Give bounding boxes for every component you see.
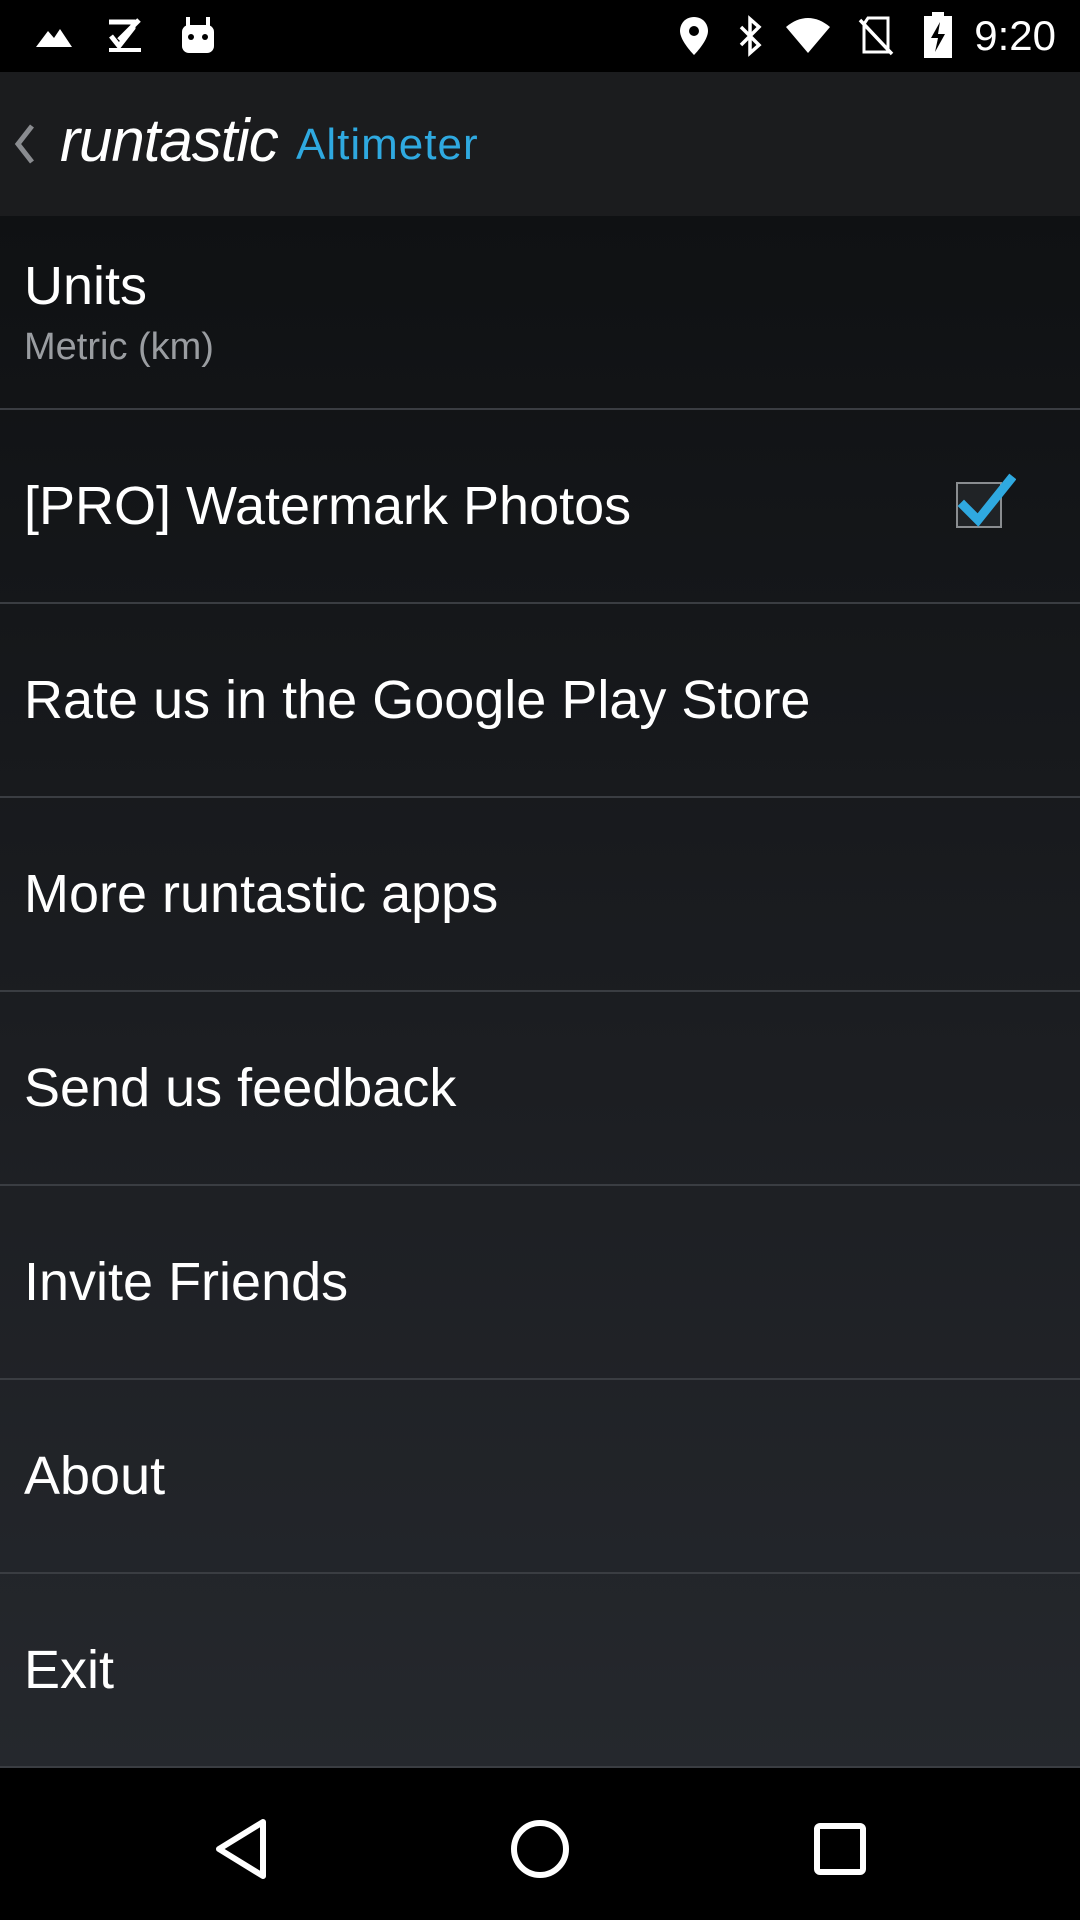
exit-item[interactable]: Exit [0, 1574, 1080, 1768]
product-name: Altimeter [296, 120, 479, 169]
status-time: 9:20 [974, 12, 1056, 59]
more-apps-title: More runtastic apps [24, 864, 499, 924]
units-preference[interactable]: Units Metric (km) [0, 216, 1080, 410]
units-summary: Metric (km) [24, 326, 214, 368]
rate-us-item[interactable]: Rate us in the Google Play Store [0, 604, 1080, 798]
about-title: About [24, 1446, 166, 1506]
status-bar: 9:20 [0, 0, 1080, 72]
settings-list: Units Metric (km) [PRO] Watermark Photos… [0, 216, 1080, 1768]
exit-title: Exit [24, 1640, 115, 1700]
units-title: Units [24, 256, 148, 316]
watermark-checkbox[interactable] [956, 473, 1016, 528]
more-apps-item[interactable]: More runtastic apps [0, 798, 1080, 992]
rate-us-title: Rate us in the Google Play Store [24, 670, 811, 730]
navigation-bar [0, 1776, 1080, 1920]
invite-friends-title: Invite Friends [24, 1252, 349, 1312]
back-triangle-icon[interactable] [196, 1804, 286, 1894]
checkmark-icon [957, 473, 1016, 527]
about-item[interactable]: About [0, 1380, 1080, 1574]
invite-friends-item[interactable]: Invite Friends [0, 1186, 1080, 1380]
location-icon [670, 12, 718, 60]
android-icon [174, 12, 222, 60]
check-list-icon [102, 12, 150, 60]
battery-charging-icon [914, 12, 962, 60]
home-circle-icon[interactable] [495, 1804, 585, 1894]
wifi-icon [784, 12, 832, 60]
recents-square-icon[interactable] [795, 1804, 885, 1894]
send-feedback-title: Send us feedback [24, 1058, 457, 1118]
watermark-photos-preference[interactable]: [PRO] Watermark Photos [0, 410, 1080, 604]
send-feedback-item[interactable]: Send us feedback [0, 992, 1080, 1186]
watermark-photos-title: [PRO] Watermark Photos [24, 476, 632, 536]
brand-logo[interactable]: runtastic [60, 106, 279, 176]
action-bar: runtastic Altimeter [0, 72, 1080, 216]
bluetooth-icon [726, 12, 774, 60]
no-sim-icon [852, 12, 900, 60]
mountain-icon [30, 12, 78, 60]
back-chevron-icon[interactable] [10, 120, 38, 168]
